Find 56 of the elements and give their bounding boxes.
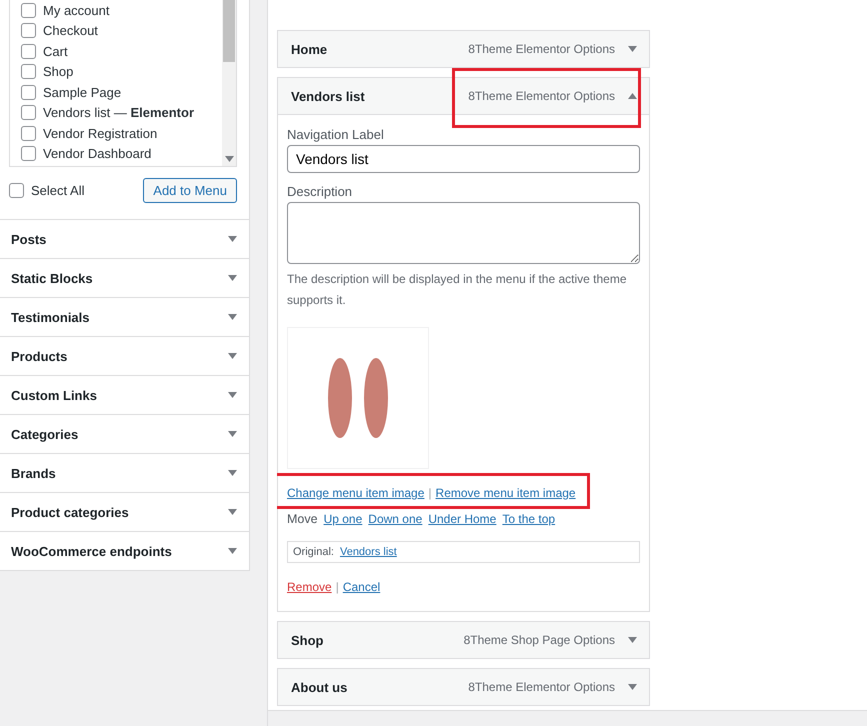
field-label: Navigation Label xyxy=(287,127,385,142)
move-label: Move xyxy=(287,512,318,526)
original-link[interactable]: Vendors list xyxy=(340,546,397,558)
caret-icon xyxy=(228,431,237,437)
select-all-label: Select All xyxy=(31,183,84,198)
add-to-menu-button[interactable]: Add to Menu xyxy=(143,178,237,203)
page-title: Vendors list — Elementor xyxy=(43,105,194,120)
move-link[interactable]: Up one xyxy=(324,512,362,526)
remove-link[interactable]: Remove xyxy=(287,580,332,594)
checkbox[interactable] xyxy=(21,105,36,120)
page-title: Checkout xyxy=(43,23,98,38)
field-hint: The description will be displayed in the menu if the active theme supports it. xyxy=(287,271,628,309)
link-separator: | xyxy=(428,486,432,500)
caret-icon xyxy=(228,353,237,359)
menu-item-header[interactable]: About us 8Theme Elementor Options xyxy=(278,669,649,705)
page-title: My account xyxy=(43,2,110,18)
checkbox[interactable] xyxy=(21,126,36,141)
caret-icon xyxy=(224,156,234,162)
checkbox[interactable] xyxy=(21,23,36,38)
page-title: Shop xyxy=(43,64,74,80)
checkbox[interactable] xyxy=(9,183,24,198)
page-title: Vendor Dashboard xyxy=(43,146,152,162)
move-link[interactable]: To the top xyxy=(502,512,556,526)
caret-icon xyxy=(228,470,237,476)
menu-item-header[interactable]: Shop 8Theme Shop Page Options xyxy=(278,622,649,658)
move-link[interactable]: Under Home xyxy=(428,512,496,526)
checkbox[interactable] xyxy=(21,146,36,162)
caret-icon xyxy=(628,93,637,99)
caret-icon xyxy=(628,637,637,643)
change-image-link[interactable]: Change menu item image xyxy=(287,486,424,500)
scrollbar[interactable] xyxy=(222,0,236,166)
original-label: Original: xyxy=(293,546,334,558)
caret-icon xyxy=(228,509,237,515)
menu-item-header[interactable]: Vendors list 8Theme Elementor Options xyxy=(278,78,649,115)
field-label: Description xyxy=(287,184,354,199)
caret-icon xyxy=(228,548,237,554)
checkbox[interactable] xyxy=(21,2,36,18)
link-separator: | xyxy=(336,580,339,594)
cancel-link[interactable]: Cancel xyxy=(342,580,380,594)
menu-item-header[interactable]: Home 8Theme Elementor Options xyxy=(278,31,649,67)
page-title: Sample Page xyxy=(43,84,122,100)
caret-icon xyxy=(228,275,237,281)
move-link[interactable]: Down one xyxy=(368,512,422,526)
navigation-label-field[interactable]: Vendors list xyxy=(287,145,640,173)
caret-icon xyxy=(628,46,637,52)
page-title: Vendor Registration xyxy=(43,126,158,141)
checkbox[interactable] xyxy=(21,84,36,100)
caret-icon xyxy=(228,314,237,320)
caret-icon xyxy=(628,684,637,690)
page-title: Cart xyxy=(43,44,68,59)
checkbox[interactable] xyxy=(21,64,36,80)
caret-icon xyxy=(228,236,237,242)
description-field[interactable] xyxy=(287,202,640,264)
caret-icon xyxy=(228,392,237,398)
remove-image-link[interactable]: Remove menu item image xyxy=(436,486,576,500)
checkbox[interactable] xyxy=(21,44,36,59)
